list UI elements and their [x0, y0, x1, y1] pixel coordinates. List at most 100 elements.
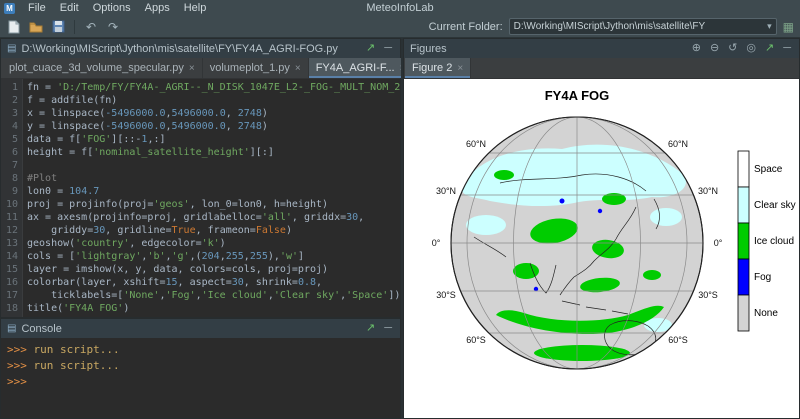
editor-tab-label: FY4A_AGRI-F... [316, 62, 395, 74]
undo-button[interactable]: ↶ [83, 19, 99, 35]
code-text: colorbar(layer, xshift=15, aspect=30, sh… [23, 276, 400, 289]
float-panel-icon[interactable]: ↗ [364, 319, 377, 338]
figure-tab-label: Figure 2 [412, 62, 452, 74]
code-text: lon0 = 104.7 [23, 185, 400, 198]
console-title: Console [21, 323, 359, 335]
code-text: ticklabels=['None','Fog','Ice cloud','Cl… [23, 289, 400, 302]
save-button[interactable] [50, 19, 66, 35]
line-number: 12 [1, 224, 23, 237]
code-line: 12 griddy=30, gridline=True, frameon=Fal… [1, 224, 400, 237]
code-line: 6height = f['nominal_satellite_height'][… [1, 146, 400, 159]
lat-label: 0° [432, 238, 441, 248]
menu-item-edit[interactable]: Edit [53, 1, 86, 15]
open-file-button[interactable] [28, 19, 44, 35]
code-text: #Plot [23, 172, 400, 185]
lat-label: 60°S [668, 335, 688, 345]
current-folder-value: D:\Working\MIScript\Jython\mis\satellite… [514, 21, 763, 32]
code-text: x = linspace(-5496000.0,5496000.0, 2748) [23, 107, 400, 120]
code-editor[interactable]: 1fn = 'D:/Temp/FY/FY4A-_AGRI--_N_DISK_10… [1, 79, 400, 317]
code-line: 5data = f['FOG'][::-1,:] [1, 133, 400, 146]
console-lines: >>> run script...>>> run script...>>> [7, 342, 394, 390]
console-panel: ▤ Console ↗ ─ >>> run script...>>> run s… [0, 318, 401, 419]
console-line: >>> run script... [7, 358, 394, 374]
current-folder-label: Current Folder: [429, 21, 503, 33]
editor-tab[interactable]: volumeplot_1.py× [203, 58, 309, 78]
code-line: 18title('FY4A FOG') [1, 302, 400, 315]
code-text: geoshow('country', edgecolor='k') [23, 237, 400, 250]
figure-title: FY4A FOG [545, 88, 610, 103]
close-tab-icon[interactable]: × [295, 63, 301, 74]
new-file-button[interactable] [6, 19, 22, 35]
colorbar [738, 151, 749, 331]
lat-label: 30°N [698, 186, 718, 196]
lat-label: 0° [714, 238, 723, 248]
fog-region [534, 287, 538, 291]
console-input-area[interactable]: >>> run script...>>> run script...>>> [1, 338, 400, 418]
console-title-bar: ▤ Console ↗ ─ [1, 319, 400, 338]
lat-label: 30°N [436, 186, 456, 196]
hide-panel-icon[interactable]: ─ [781, 39, 793, 58]
zoom-in-icon[interactable]: ⊕ [690, 39, 703, 58]
clear-sky-region [650, 208, 682, 226]
float-panel-icon[interactable]: ↗ [364, 39, 377, 58]
lat-label: 30°S [436, 290, 456, 300]
colorbar-label: Fog [754, 272, 771, 283]
figure-canvas[interactable]: FY4A FOG [404, 79, 799, 418]
current-folder-combobox[interactable]: D:\Working\MIScript\Jython\mis\satellite… [509, 18, 777, 35]
workspace-icon[interactable]: ▦ [783, 20, 794, 34]
zoom-out-icon[interactable]: ⊖ [708, 39, 721, 58]
new-file-icon [8, 20, 20, 34]
line-number: 11 [1, 211, 23, 224]
hide-panel-icon[interactable]: ─ [382, 319, 394, 338]
menu-item-options[interactable]: Options [86, 1, 138, 15]
close-tab-icon[interactable]: × [189, 63, 195, 74]
line-number: 7 [1, 159, 23, 172]
figures-panel: Figures ⊕ ⊖ ↺ ◎ ↗ ─ Figure 2 × FY4A FOG [403, 38, 800, 419]
line-number: 3 [1, 107, 23, 120]
fog-region [560, 199, 565, 204]
ice-cloud-region [643, 270, 661, 280]
line-number: 8 [1, 172, 23, 185]
menu-items: FileEditOptionsAppsHelp [21, 1, 213, 15]
line-number: 5 [1, 133, 23, 146]
console-line: >>> run script... [7, 342, 394, 358]
zoom-reset-icon[interactable]: ↺ [726, 39, 739, 58]
editor-tab[interactable]: FY4A_AGRI-F...× [309, 58, 414, 78]
menu-item-file[interactable]: File [21, 1, 53, 15]
code-text: data = f['FOG'][::-1,:] [23, 133, 400, 146]
code-text [23, 159, 400, 172]
colorbar-label: None [754, 308, 778, 319]
chevron-down-icon[interactable]: ▾ [763, 21, 772, 32]
line-number: 10 [1, 198, 23, 211]
colorbar-label: Space [754, 164, 783, 175]
lat-label: 30°S [698, 290, 718, 300]
console-icon: ▤ [7, 323, 16, 334]
editor-title-bar: ▤ D:\Working\MIScript\Jython\mis\satelli… [1, 39, 400, 58]
code-line: 8#Plot [1, 172, 400, 185]
data-layer [444, 117, 710, 369]
redo-button[interactable]: ↷ [105, 19, 121, 35]
console-line: >>> [7, 374, 394, 390]
line-number: 2 [1, 94, 23, 107]
code-line: 1fn = 'D:/Temp/FY/FY4A-_AGRI--_N_DISK_10… [1, 81, 400, 94]
line-number: 16 [1, 276, 23, 289]
code-line: 17 ticklabels=['None','Fog','Ice cloud',… [1, 289, 400, 302]
hide-panel-icon[interactable]: ─ [382, 39, 394, 58]
line-number: 6 [1, 146, 23, 159]
code-lines: 1fn = 'D:/Temp/FY/FY4A-_AGRI--_N_DISK_10… [1, 81, 400, 315]
menu-item-help[interactable]: Help [177, 1, 214, 15]
console-prompt: >>> [7, 343, 27, 356]
code-line: 3x = linspace(-5496000.0,5496000.0, 2748… [1, 107, 400, 120]
save-icon [52, 20, 65, 33]
menu-item-apps[interactable]: Apps [138, 1, 177, 15]
console-text: run script... [27, 343, 120, 356]
editor-tab[interactable]: plot_cuace_3d_volume_specular.py× [2, 58, 203, 78]
code-line: 15layer = imshow(x, y, data, colors=cols… [1, 263, 400, 276]
close-tab-icon[interactable]: × [457, 63, 463, 74]
full-extent-icon[interactable]: ◎ [744, 39, 758, 58]
figures-title: Figures [410, 43, 685, 55]
figure-tab[interactable]: Figure 2 × [405, 58, 471, 78]
graticule [444, 117, 710, 369]
float-panel-icon[interactable]: ↗ [763, 39, 776, 58]
code-line: 7 [1, 159, 400, 172]
